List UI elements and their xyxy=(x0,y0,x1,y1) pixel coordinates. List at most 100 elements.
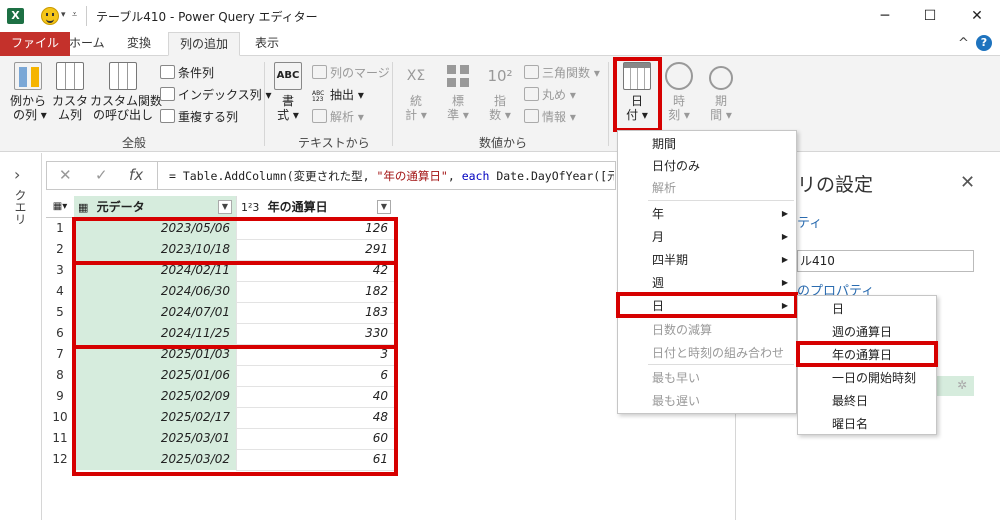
row-number[interactable]: 4 xyxy=(46,281,74,302)
menu-item-label: 最も早い xyxy=(652,371,701,385)
trigonometry-button[interactable]: 三角関数 ▾ xyxy=(524,64,600,81)
queries-label: クエリ xyxy=(13,189,27,225)
divider xyxy=(157,162,158,189)
format-label: 書 式 ▾ xyxy=(277,94,299,122)
table-menu-icon[interactable]: ▦▾ xyxy=(46,196,74,218)
column-from-examples-label: 例から の列 ▾ xyxy=(9,94,47,122)
date-menu-item[interactable]: 最も遅い xyxy=(618,390,796,412)
column-header-source[interactable]: ▦ 元データ ▼ xyxy=(74,196,236,218)
tab-view[interactable]: 表示 xyxy=(244,32,290,56)
date-type-icon[interactable]: ▦ xyxy=(78,201,88,214)
group-label-from-number: 数値から xyxy=(479,136,528,150)
date-menu-item[interactable]: 週 ▶ xyxy=(618,272,796,294)
queries-pane: › クエリ xyxy=(0,153,42,520)
expand-queries-icon[interactable]: › xyxy=(14,165,20,184)
divider xyxy=(264,62,265,146)
index-column-label: インデックス列 ▾ xyxy=(178,88,272,102)
rounding-button[interactable]: 丸め ▾ xyxy=(524,86,576,103)
row-number[interactable]: 10 xyxy=(46,407,74,428)
statistics-label: 統 計 ▾ xyxy=(405,94,427,122)
date-menu-item[interactable]: 四半期 ▶ xyxy=(618,249,796,271)
submenu-arrow-icon: ▶ xyxy=(781,255,788,264)
cancel-formula-icon[interactable]: ✕ xyxy=(59,166,72,184)
help-icon[interactable]: ? xyxy=(976,35,992,51)
close-button[interactable]: ✕ xyxy=(962,4,992,28)
parse-button[interactable]: 解析 ▾ xyxy=(312,108,364,125)
formula-text[interactable]: = Table.AddColumn(変更された型, "年の通算日", each … xyxy=(169,168,614,184)
date-dropdown-menu: 期間 日付のみ 解析年 ▶ 月 ▶ 四半期 ▶ 週 ▶ 日 ▶ 日数の減算 日付と時刻の組み合わせ 最も早い… xyxy=(617,130,797,414)
fx-icon[interactable]: fx xyxy=(129,166,143,184)
date-menu-item[interactable]: 最も早い xyxy=(618,367,796,389)
row-number[interactable]: 6 xyxy=(46,323,74,344)
scientific-button[interactable]: 10² 指 数 ▾ xyxy=(482,62,518,122)
day-submenu-item[interactable]: 曜日名 xyxy=(798,413,936,435)
date-menu-item[interactable]: 年 ▶ xyxy=(618,203,796,225)
number-type-icon[interactable]: 1²3 xyxy=(241,201,259,214)
day-menu-item-highlight xyxy=(616,292,798,318)
duration-button[interactable]: 期 間 ▾ xyxy=(703,62,739,122)
menu-item-label: 日数の減算 xyxy=(652,323,713,337)
column-from-examples-button[interactable]: 例から の列 ▾ xyxy=(6,62,50,122)
menu-item-label: 週 xyxy=(652,276,665,290)
formula-bar[interactable]: ✕ ✓ fx = Table.AddColumn(変更された型, "年の通算日"… xyxy=(46,161,616,190)
collapse-ribbon-icon[interactable]: ^ xyxy=(958,36,969,51)
conditional-column-label: 条件列 xyxy=(178,66,215,80)
minimize-button[interactable]: ─ xyxy=(870,4,900,28)
tab-home[interactable]: ホーム xyxy=(58,32,116,56)
formula-keyword: each xyxy=(461,169,490,183)
time-button[interactable]: 時 刻 ▾ xyxy=(661,62,697,122)
query-name-field[interactable]: ル410 xyxy=(797,250,974,272)
invoke-custom-function-button[interactable]: カスタム関数 の呼び出し xyxy=(90,62,162,122)
window-title: テーブル410 - Power Query エディター xyxy=(96,10,318,24)
statistics-button[interactable]: XΣ 統 計 ▾ xyxy=(398,62,434,122)
conditional-column-button[interactable]: 条件列 xyxy=(160,64,214,81)
row-number[interactable]: 3 xyxy=(46,260,74,281)
formula-prefix: = Table.AddColumn(変更された型, xyxy=(169,169,377,183)
index-column-button[interactable]: インデックス列 ▾ xyxy=(160,86,271,103)
date-menu-item[interactable]: 解析 xyxy=(618,177,796,199)
standard-label: 標 準 ▾ xyxy=(447,94,469,122)
filter-dropdown-icon[interactable]: ▼ xyxy=(377,200,391,214)
feedback-smiley-icon[interactable] xyxy=(41,7,59,25)
extract-button[interactable]: ABC 123 抽出 ▾ xyxy=(312,86,364,105)
tab-add-column[interactable]: 列の追加 xyxy=(168,32,241,56)
row-number[interactable]: 2 xyxy=(46,239,74,260)
date-menu-item[interactable]: 月 ▶ xyxy=(618,226,796,248)
row-number[interactable]: 7 xyxy=(46,344,74,365)
quick-access-customize-icon[interactable]: ⩡ xyxy=(72,10,77,20)
day-of-year-highlight xyxy=(796,341,938,367)
day-submenu-item[interactable]: 週の通算日 xyxy=(798,321,936,343)
maximize-button[interactable]: ☐ xyxy=(915,4,945,28)
chevron-down-icon[interactable]: ▾ xyxy=(61,10,66,20)
row-number[interactable]: 11 xyxy=(46,428,74,449)
custom-column-button[interactable]: カスタ ム列 xyxy=(52,62,88,122)
date-menu-item[interactable]: 期間 xyxy=(618,133,796,155)
row-number[interactable]: 1 xyxy=(46,218,74,239)
row-number[interactable]: 5 xyxy=(46,302,74,323)
confirm-formula-icon[interactable]: ✓ xyxy=(95,166,108,184)
gear-icon[interactable]: ✲ xyxy=(957,378,967,392)
format-icon: ABC xyxy=(274,62,302,90)
stopwatch-icon xyxy=(709,66,733,90)
day-submenu-item[interactable]: 一日の開始時刻 xyxy=(798,367,936,389)
tab-transform[interactable]: 変換 xyxy=(116,32,162,56)
standard-operations-icon xyxy=(444,62,472,90)
day-submenu-item[interactable]: 最終日 xyxy=(798,390,936,412)
standard-button[interactable]: 標 準 ▾ xyxy=(440,62,476,122)
custom-column-label: カスタ ム列 xyxy=(52,94,89,122)
row-number[interactable]: 8 xyxy=(46,365,74,386)
information-button[interactable]: 情報 ▾ xyxy=(524,108,576,125)
date-menu-item[interactable]: 日数の減算 xyxy=(618,319,796,341)
column-header-day-of-year[interactable]: 1²3 年の通算日 ▼ xyxy=(236,196,394,218)
format-button[interactable]: ABC 書 式 ▾ xyxy=(270,62,306,122)
row-number[interactable]: 12 xyxy=(46,449,74,470)
duplicate-column-button[interactable]: 重複する列 xyxy=(160,108,238,125)
row-number[interactable]: 9 xyxy=(46,386,74,407)
date-menu-item[interactable]: 日付と時刻の組み合わせ xyxy=(618,342,796,364)
information-label: 情報 ▾ xyxy=(542,110,576,124)
close-settings-icon[interactable]: ✕ xyxy=(960,172,975,193)
filter-dropdown-icon[interactable]: ▼ xyxy=(218,200,232,214)
day-submenu-item[interactable]: 日 xyxy=(798,298,936,320)
date-menu-item[interactable]: 日付のみ xyxy=(618,155,796,177)
merge-columns-button[interactable]: 列のマージ xyxy=(312,64,390,81)
